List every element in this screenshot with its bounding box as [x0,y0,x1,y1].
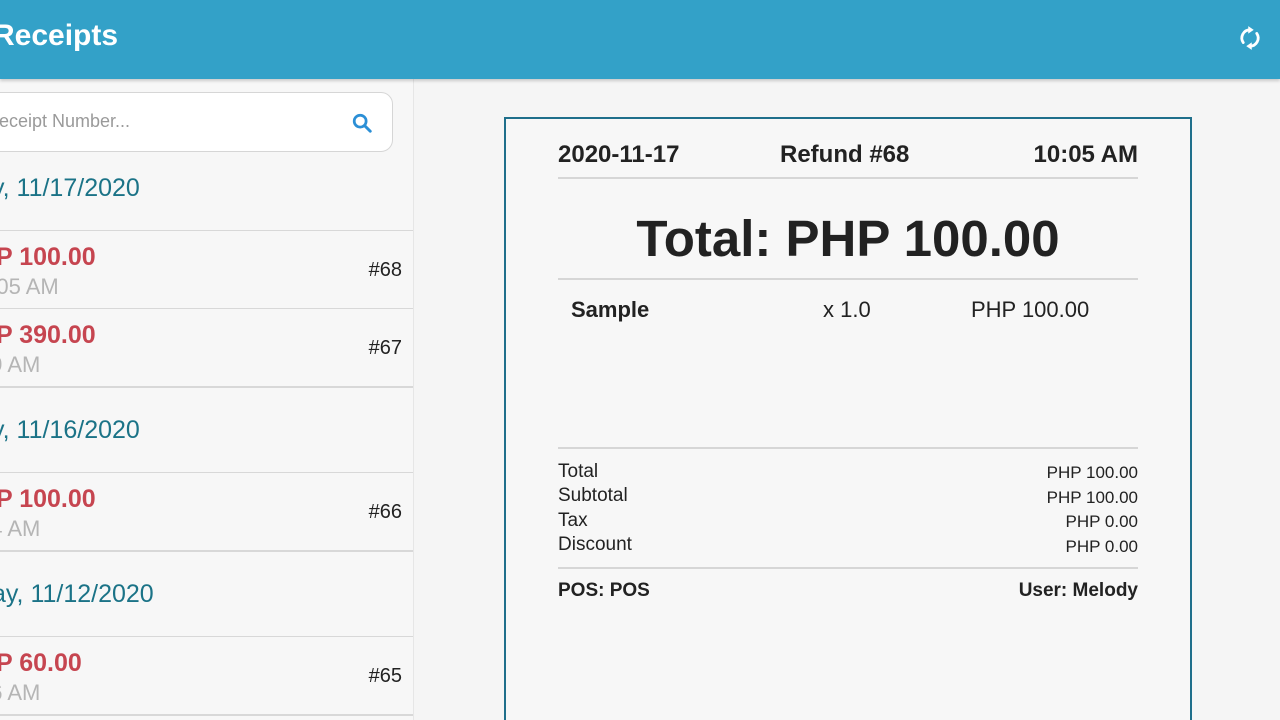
receipt-user: User: Melody [1018,580,1138,601]
summary-label-subtotal: Subtotal [558,485,628,506]
receipt-amount: HP 60.00 [0,649,82,677]
receipt-list-item[interactable]: HP 100.00 24 AM #66 [0,472,413,550]
receipt-time: 10:05 AM [1033,141,1138,168]
summary-label-total: Total [558,461,599,482]
page-title: Receipts [0,19,119,52]
summary-label-discount: Discount [558,534,632,555]
receipt-list-item[interactable]: HP 100.00 0:05 AM #68 [0,230,413,308]
line-item-price: PHP 100.00 [971,297,1090,322]
receipt-total: Total: PHP 100.00 [636,210,1060,267]
receipt-list-item[interactable]: HP 60.00 06 AM #65 [0,636,413,714]
receipt-title: Refund #68 [780,141,910,168]
date-header: y, 11/17/2020 [0,152,413,230]
receipt-list-panel: y, 11/17/2020 HP 100.00 0:05 AM #68 HP 3… [0,79,414,720]
divider [0,386,413,388]
refresh-icon [1240,26,1260,50]
receipt-number: #65 [368,665,402,687]
line-item-name: Sample [571,297,650,322]
summary-label-tax: Tax [558,510,588,531]
receipt-time: 29 AM [0,352,41,377]
date-header-label: y, 11/17/2020 [0,174,140,202]
receipt-pos: POS: POS [558,580,650,601]
receipt-time: 06 AM [0,680,41,705]
search-icon[interactable] [351,112,373,134]
divider [0,550,413,552]
receipt-amount: HP 100.00 [0,485,96,513]
date-header-label: y, 11/16/2020 [0,416,140,444]
receipt-amount: HP 390.00 [0,321,96,349]
summary-value-discount: PHP 0.00 [1065,537,1138,556]
divider [558,567,1138,569]
line-item-qty: x 1.0 [823,297,871,322]
date-header-label: ay, 11/12/2020 [0,580,154,608]
receipt-number: #66 [368,501,402,523]
divider [558,447,1138,449]
receipt-date: 2020-11-17 [558,141,680,168]
date-header: ay, 11/12/2020 [0,558,413,636]
summary-value-subtotal: PHP 100.00 [1046,488,1138,507]
search-box [0,92,393,152]
receipt-amount: HP 100.00 [0,243,96,271]
receipt-time: 24 AM [0,516,41,541]
divider [558,177,1138,179]
search-input[interactable] [0,93,329,150]
divider [558,278,1138,280]
summary-value-total: PHP 100.00 [1046,463,1138,482]
date-header: y, 11/16/2020 [0,394,413,472]
refresh-button[interactable] [1232,20,1268,56]
app-bar: Receipts [0,0,1280,79]
divider [0,714,413,716]
receipt-number: #68 [368,259,402,281]
receipt-number: #67 [368,337,402,359]
receipt-card: 2020-11-17 Refund #68 10:05 AM Total: PH… [504,117,1192,720]
receipt-list-item[interactable]: HP 390.00 29 AM #67 [0,308,413,386]
summary-value-tax: PHP 0.00 [1065,512,1138,531]
receipt-time: 0:05 AM [0,274,59,299]
